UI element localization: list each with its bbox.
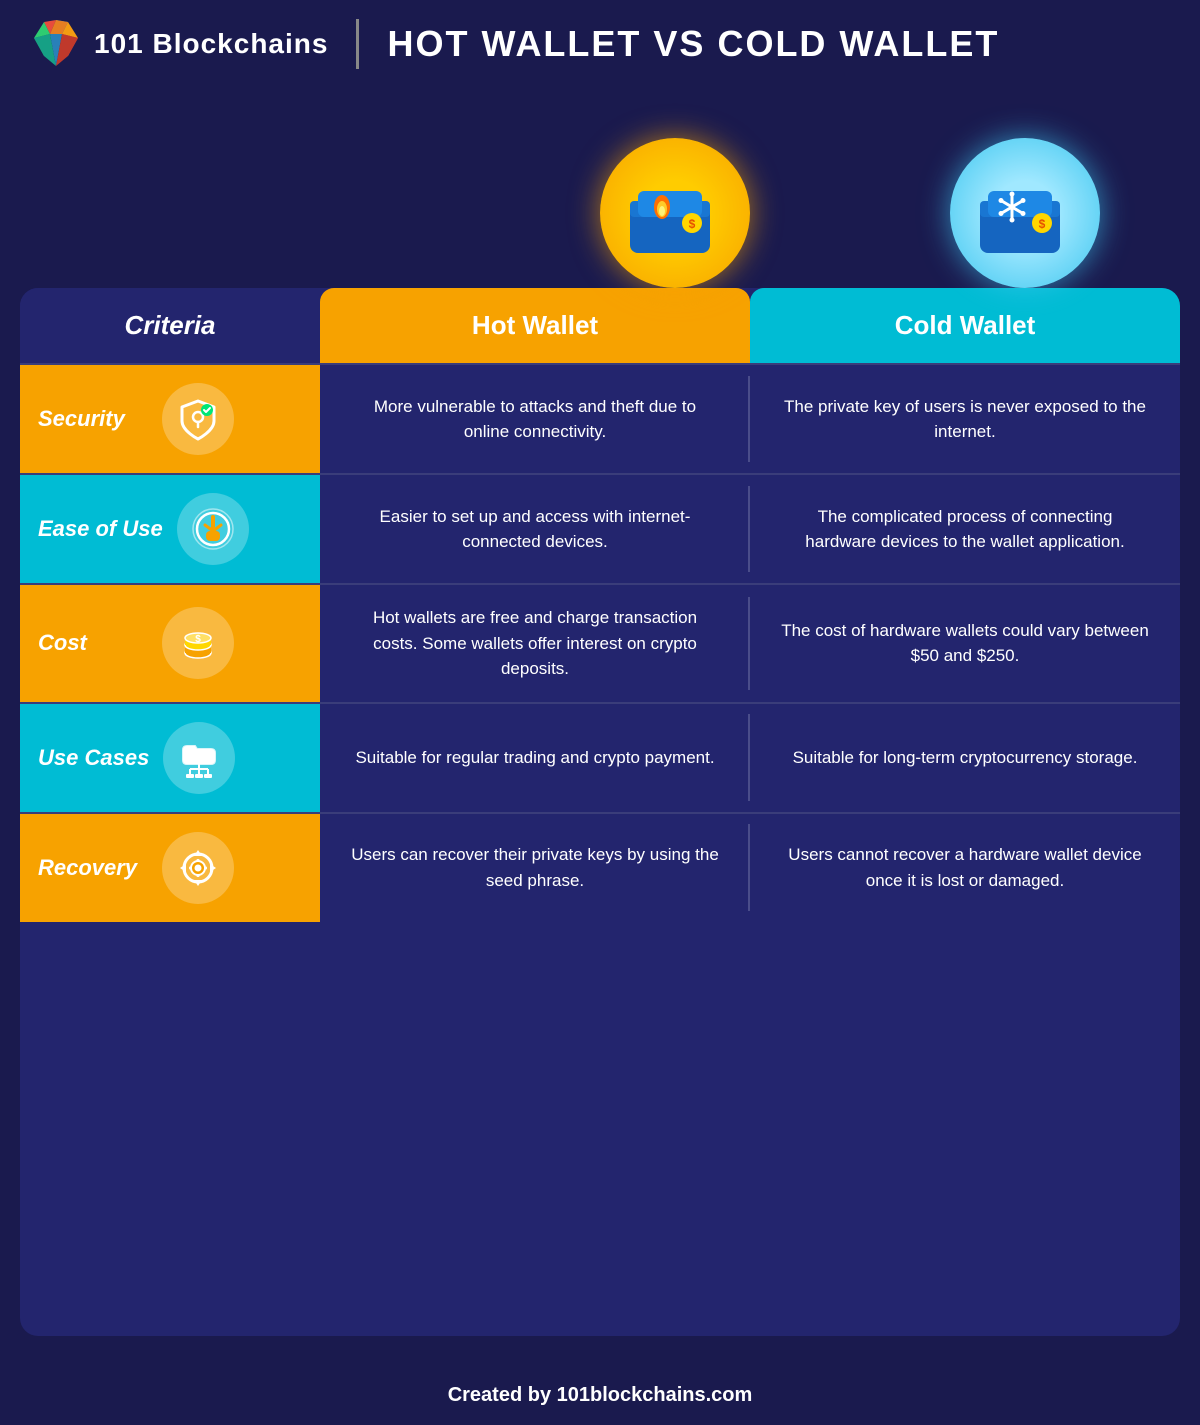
logo-text: 101 Blockchains <box>94 28 328 60</box>
hot-cell-usecases: Suitable for regular trading and crypto … <box>320 704 750 812</box>
footer-text: Created by 101blockchains.com <box>448 1384 753 1406</box>
table-row: Use Cases Suitable for regu <box>20 702 1180 812</box>
header-title: HOT WALLET VS COLD WALLET <box>387 23 999 65</box>
criteria-header: Criteria <box>20 288 320 363</box>
usecases-icon-circle <box>163 722 235 794</box>
cold-cell-usecases: Suitable for long-term cryptocurrency st… <box>750 704 1180 812</box>
criteria-label-security: Security <box>38 406 148 432</box>
logo-icon <box>30 18 82 70</box>
hot-cell-security: More vulnerable to attacks and theft due… <box>320 365 750 473</box>
criteria-cell-usecases: Use Cases <box>20 704 320 812</box>
cold-cell-cost: The cost of hardware wallets could vary … <box>750 585 1180 702</box>
hot-cell-cost: Hot wallets are free and charge transact… <box>320 585 750 702</box>
cold-cell-ease: The complicated process of connecting ha… <box>750 475 1180 583</box>
recovery-icon-circle <box>162 832 234 904</box>
recycle-gear-icon <box>176 846 220 890</box>
comparison-table: Criteria Hot Wallet Cold Wallet Security… <box>20 288 1180 1336</box>
shield-icon <box>176 397 220 441</box>
hot-cell-recovery: Users can recover their private keys by … <box>320 814 750 922</box>
cost-icon-circle: $ <box>162 607 234 679</box>
criteria-label-cost: Cost <box>38 630 148 656</box>
svg-text:$: $ <box>1039 217 1046 231</box>
criteria-cell-ease: Ease of Use <box>20 475 320 583</box>
logo-area: 101 Blockchains <box>30 18 328 70</box>
cold-wallet-illustration: $ <box>970 163 1080 263</box>
table-row: Cost $ Hot wallets are free and charge t… <box>20 583 1180 702</box>
svg-text:$: $ <box>195 634 201 645</box>
hot-wallet-circle: $ <box>600 138 750 288</box>
folder-network-icon <box>177 736 221 780</box>
criteria-cell-cost: Cost $ <box>20 585 320 702</box>
header: 101 Blockchains HOT WALLET VS COLD WALLE… <box>0 0 1200 88</box>
cold-cell-recovery: Users cannot recover a hardware wallet d… <box>750 814 1180 922</box>
ease-icon-circle <box>177 493 249 565</box>
hot-wallet-icon-wrap: $ <box>600 138 750 288</box>
footer: Created by 101blockchains.com <box>0 1356 1200 1425</box>
header-divider <box>356 19 359 69</box>
cold-wallet-icon-wrap: $ <box>950 138 1100 288</box>
hot-wallet-illustration: $ <box>620 163 730 263</box>
wallet-icons-row: $ $ <box>0 88 1200 288</box>
cold-cell-security: The private key of users is never expose… <box>750 365 1180 473</box>
hot-wallet-header: Hot Wallet <box>320 288 750 363</box>
criteria-label-usecases: Use Cases <box>38 745 149 771</box>
table-row: Ease of Use Easier to set up and access … <box>20 473 1180 583</box>
security-icon-circle <box>162 383 234 455</box>
hand-touch-icon <box>191 507 235 551</box>
criteria-label-ease: Ease of Use <box>38 516 163 542</box>
table-row: Security More vulnerable to attacks and … <box>20 363 1180 473</box>
table-row: Recovery <box>20 812 1180 922</box>
svg-text:$: $ <box>689 217 696 231</box>
criteria-cell-security: Security <box>20 365 320 473</box>
criteria-label-recovery: Recovery <box>38 855 148 881</box>
cold-wallet-circle: $ <box>950 138 1100 288</box>
hot-cell-ease: Easier to set up and access with interne… <box>320 475 750 583</box>
cold-wallet-header: Cold Wallet <box>750 288 1180 363</box>
coins-icon: $ <box>176 621 220 665</box>
column-headers: Criteria Hot Wallet Cold Wallet <box>20 288 1180 363</box>
criteria-cell-recovery: Recovery <box>20 814 320 922</box>
